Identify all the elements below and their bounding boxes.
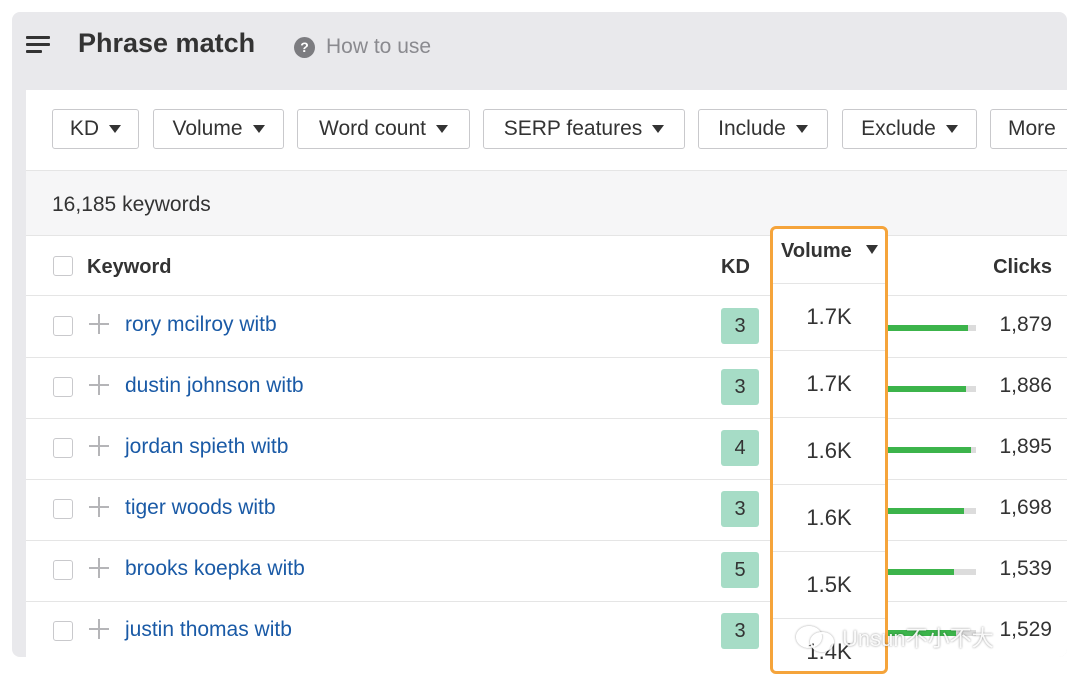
menu-icon[interactable] [26, 36, 50, 54]
watermark: Unsun不小不大 [796, 621, 994, 653]
select-all-checkbox[interactable] [53, 256, 73, 276]
clicks-bar [876, 325, 976, 331]
volume-column-header[interactable]: Volume [773, 229, 885, 284]
table-row: rory mcilroy witb 3 1,879 [26, 296, 1067, 358]
volume-value: 1.7K [773, 351, 885, 418]
clicks-column-header[interactable]: Clicks [993, 256, 1052, 279]
clicks-bar-fill [876, 386, 966, 392]
clicks-bar-fill [876, 508, 964, 514]
keyword-link[interactable]: jordan spieth witb [125, 435, 288, 459]
row-checkbox[interactable] [53, 377, 73, 397]
caret-down-icon [436, 125, 448, 133]
volume-column-highlight: Volume 1.7K 1.7K 1.6K 1.6K 1.5K 1.4K [770, 226, 888, 674]
clicks-value: 1,539 [999, 557, 1052, 580]
filter-label: Volume [172, 117, 243, 140]
phrase-match-card: Phrase match ? How to use KD Volume Word… [12, 12, 1067, 657]
keyword-link[interactable]: tiger woods witb [125, 496, 276, 520]
filter-label: Include [718, 117, 786, 140]
wechat-icon [796, 624, 836, 652]
keyword-count: 16,185 keywords [52, 193, 211, 216]
how-to-use-label: How to use [326, 35, 432, 58]
filter-label: SERP features [503, 117, 643, 140]
how-to-use-link[interactable]: ? How to use [294, 35, 431, 59]
filter-serp-features-button[interactable]: SERP features [483, 109, 685, 149]
volume-value: 1.7K [773, 284, 885, 351]
sort-desc-icon [866, 245, 878, 254]
caret-down-icon [945, 125, 958, 133]
results-panel: KD Volume Word count SERP features Inclu… [26, 90, 1067, 657]
caret-down-icon [109, 125, 122, 133]
volume-header-label: Volume [781, 240, 852, 262]
volume-value: 1.5K [773, 552, 885, 619]
filter-label: Word count [319, 117, 426, 140]
page-header: Phrase match ? How to use [12, 12, 1067, 90]
kd-column-header[interactable]: KD [721, 256, 750, 279]
add-keyword-icon[interactable] [89, 375, 109, 395]
filter-exclude-button[interactable]: Exclude [842, 109, 977, 149]
row-checkbox[interactable] [53, 560, 73, 580]
table-row: tiger woods witb 3 1,698 [26, 479, 1067, 541]
help-icon: ? [294, 36, 315, 58]
filter-label: KD [69, 117, 100, 140]
volume-value: 1.6K [773, 418, 885, 485]
filter-volume-button[interactable]: Volume [153, 109, 284, 149]
filter-include-button[interactable]: Include [698, 109, 828, 149]
kd-badge: 3 [721, 369, 759, 405]
table-row: brooks koepka witb 5 1,539 [26, 540, 1067, 602]
clicks-bar [876, 386, 976, 392]
clicks-value: 1,886 [999, 374, 1052, 397]
clicks-value: 1,698 [999, 496, 1052, 519]
row-checkbox[interactable] [53, 438, 73, 458]
table-header: Keyword KD Clicks [26, 236, 1067, 296]
clicks-bar [876, 508, 976, 514]
clicks-bar-fill [876, 325, 968, 331]
clicks-bar [876, 569, 976, 575]
caret-down-icon [252, 125, 265, 133]
filter-more-button[interactable]: More [990, 109, 1067, 149]
caret-down-icon [795, 125, 808, 133]
kd-badge: 3 [721, 491, 759, 527]
table-row: jordan spieth witb 4 1,895 [26, 418, 1067, 480]
row-checkbox[interactable] [53, 499, 73, 519]
watermark-text: Unsun不小不大 [842, 626, 994, 651]
keyword-link[interactable]: justin thomas witb [125, 618, 292, 642]
caret-down-icon [652, 125, 665, 133]
clicks-bar-fill [876, 447, 971, 453]
filter-word-count-button[interactable]: Word count [297, 109, 470, 149]
filter-bar: KD Volume Word count SERP features Inclu… [26, 90, 1067, 171]
filter-label: More [1008, 117, 1056, 140]
kd-badge: 4 [721, 430, 759, 466]
keyword-link[interactable]: dustin johnson witb [125, 374, 304, 398]
keyword-link[interactable]: brooks koepka witb [125, 557, 305, 581]
volume-value: 1.6K [773, 485, 885, 552]
clicks-value: 1,895 [999, 435, 1052, 458]
clicks-value: 1,529 [999, 618, 1052, 641]
filter-kd-button[interactable]: KD [52, 109, 139, 149]
kd-badge: 3 [721, 308, 759, 344]
kd-badge: 5 [721, 552, 759, 588]
page-title: Phrase match [78, 28, 256, 58]
add-keyword-icon[interactable] [89, 558, 109, 578]
add-keyword-icon[interactable] [89, 314, 109, 334]
add-keyword-icon[interactable] [89, 436, 109, 456]
filter-label: Exclude [861, 117, 936, 140]
add-keyword-icon[interactable] [89, 619, 109, 639]
results-summary: 16,185 keywords [26, 171, 1067, 236]
kd-badge: 3 [721, 613, 759, 649]
keyword-column-header[interactable]: Keyword [87, 256, 171, 279]
row-checkbox[interactable] [53, 316, 73, 336]
table-row: dustin johnson witb 3 1,886 [26, 357, 1067, 419]
keyword-link[interactable]: rory mcilroy witb [125, 313, 277, 337]
clicks-value: 1,879 [999, 313, 1052, 336]
row-checkbox[interactable] [53, 621, 73, 641]
clicks-bar [876, 447, 976, 453]
add-keyword-icon[interactable] [89, 497, 109, 517]
